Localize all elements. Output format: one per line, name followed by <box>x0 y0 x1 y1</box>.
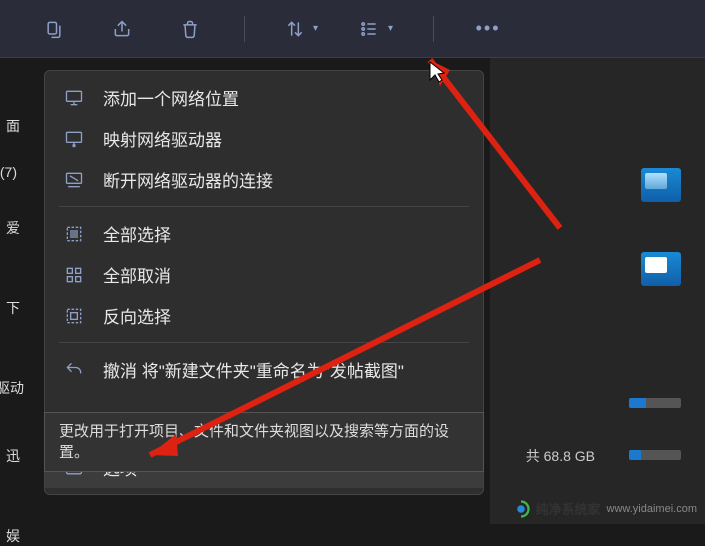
share-icon <box>112 19 132 39</box>
frag-text: 面 <box>6 116 20 136</box>
monitor-plus-icon <box>63 87 85 109</box>
watermark-brand: 纯净系统家 <box>536 499 601 518</box>
frag-text: 和驱动 <box>0 378 24 398</box>
menu-item-undo[interactable]: 撤消 将"新建文件夹"重命名为"发帖截图" <box>45 349 483 390</box>
chevron-down-icon: ▾ <box>388 23 393 34</box>
menu-item-label: 添加一个网络位置 <box>103 85 239 110</box>
menu-item-select-all[interactable]: 全部选择 <box>45 213 483 254</box>
frag-text: 夹 (7) <box>0 162 17 182</box>
menu-separator <box>59 206 469 207</box>
menu-item-map-network-drive[interactable]: 映射网络驱动器 <box>45 118 483 159</box>
select-all-icon <box>63 223 85 245</box>
menu-item-label: 映射网络驱动器 <box>103 126 222 151</box>
sort-icon <box>285 19 305 39</box>
monitor-net-icon <box>63 128 85 150</box>
undo-icon <box>63 359 85 381</box>
tooltip-text: 更改用于打开项目、文件和文件夹视图以及搜索等方面的设置。 <box>59 423 449 461</box>
menu-item-label: 反向选择 <box>103 303 171 328</box>
menu-item-label: 全部选择 <box>103 221 171 246</box>
drive-usage-bar <box>629 450 681 460</box>
folder-icon[interactable] <box>641 252 681 286</box>
toolbar-divider <box>433 16 434 42</box>
view-button[interactable]: ▾ <box>358 19 393 39</box>
menu-item-label: 断开网络驱动器的连接 <box>103 167 273 192</box>
toolbar-divider <box>244 16 245 42</box>
more-button[interactable]: ••• <box>474 15 502 43</box>
chevron-down-icon: ▾ <box>313 23 318 34</box>
more-icon: ••• <box>476 18 501 39</box>
menu-separator <box>59 342 469 343</box>
view-icon <box>358 19 380 39</box>
content-panel: 共 68.8 GB <box>490 58 705 524</box>
delete-button[interactable] <box>176 15 204 43</box>
storage-label: 共 68.8 GB <box>526 446 595 466</box>
frag-text: 下 <box>6 298 20 318</box>
frag-text: 爱 <box>6 218 20 238</box>
watermark-url: www.yidaimei.com <box>607 503 697 515</box>
cut-button[interactable] <box>40 15 68 43</box>
cut-icon <box>44 19 64 39</box>
tooltip: 更改用于打开项目、文件和文件夹视图以及搜索等方面的设置。 <box>44 412 484 472</box>
menu-item-label: 撤消 将"新建文件夹"重命名为"发帖截图" <box>103 357 404 382</box>
toolbar: ▾ ▾ ••• <box>0 0 705 58</box>
folder-icon[interactable] <box>641 168 681 202</box>
menu-item-select-none[interactable]: 全部取消 <box>45 254 483 295</box>
sort-button[interactable]: ▾ <box>285 19 318 39</box>
watermark: 纯净系统家 www.yidaimei.com <box>512 499 697 518</box>
select-none-icon <box>63 264 85 286</box>
drive-usage-bar <box>629 398 681 408</box>
watermark-badge-icon <box>512 500 530 518</box>
menu-item-disconnect-network-drive[interactable]: 断开网络驱动器的连接 <box>45 159 483 200</box>
menu-item-invert-selection[interactable]: 反向选择 <box>45 295 483 336</box>
share-button[interactable] <box>108 15 136 43</box>
menu-item-label: 全部取消 <box>103 262 171 287</box>
select-invert-icon <box>63 305 85 327</box>
disconnect-icon <box>63 169 85 191</box>
menu-item-add-network-location[interactable]: 添加一个网络位置 <box>45 77 483 118</box>
delete-icon <box>180 19 200 39</box>
frag-text: 娱 <box>6 526 20 546</box>
frag-text: 迅 <box>6 446 20 466</box>
